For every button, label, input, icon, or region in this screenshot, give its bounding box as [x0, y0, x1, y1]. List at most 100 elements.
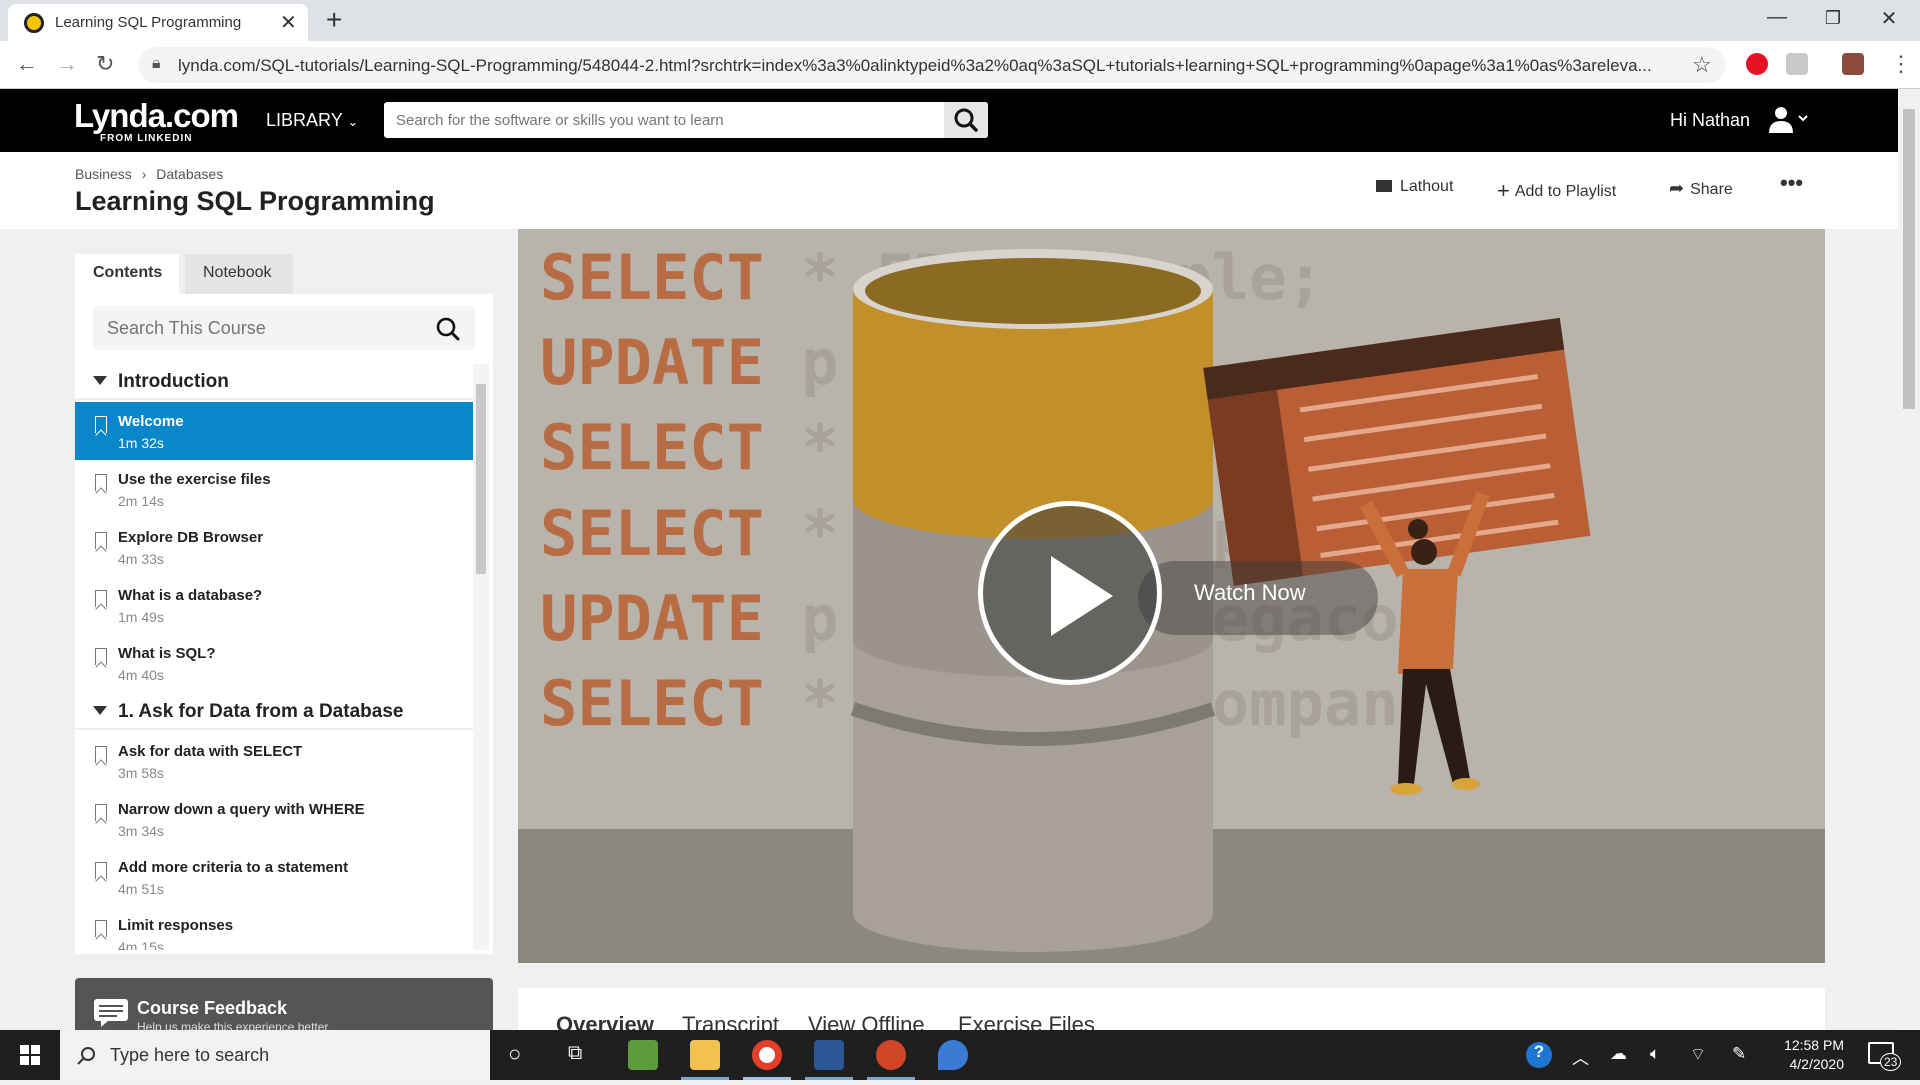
bookmark-icon[interactable]: [95, 416, 107, 433]
table-of-contents: Introduction Welcome 1m 32s Use the exer…: [75, 294, 493, 954]
cortana-icon[interactable]: ○: [508, 1041, 521, 1067]
powerpoint-app-icon[interactable]: [876, 1040, 906, 1070]
task-view-icon[interactable]: ⧉: [568, 1042, 582, 1065]
user-avatar-icon[interactable]: [1768, 105, 1810, 135]
search-icon[interactable]: [435, 316, 461, 342]
item-duration: 3m 58s: [118, 765, 164, 781]
layout-icon: [1376, 180, 1392, 192]
wifi-icon[interactable]: ⌔: [1690, 1044, 1706, 1065]
share-button[interactable]: ➦ Share: [1669, 178, 1733, 199]
address-bar-row: ← → ↻ 🔒︎ lynda.com/SQL-tutorials/Learnin…: [0, 41, 1920, 89]
chapter-ask-for-data[interactable]: 1. Ask for Data from a Database: [75, 694, 473, 730]
site-search: [384, 102, 988, 138]
notification-center-button[interactable]: 23: [1868, 1042, 1902, 1071]
course-header: Business › Databases Learning SQL Progra…: [0, 152, 1898, 229]
list-item[interactable]: Welcome 1m 32s: [75, 402, 473, 460]
bookmark-icon[interactable]: [95, 862, 107, 879]
watch-now-label[interactable]: Watch Now: [1194, 580, 1306, 606]
page-scroll-thumb[interactable]: [1903, 109, 1915, 409]
video-player[interactable]: SELECT * FROM people; UPDATE p i ='Mar S…: [518, 229, 1825, 963]
url-text: lynda.com/SQL-tutorials/Learning-SQL-Pro…: [178, 56, 1652, 75]
list-item[interactable]: Use the exercise files 2m 14s: [75, 460, 473, 518]
chapter-introduction[interactable]: Introduction: [75, 364, 473, 400]
forward-icon[interactable]: →: [56, 51, 78, 77]
more-options-icon[interactable]: •••: [1780, 170, 1803, 196]
add-to-playlist-button[interactable]: + Add to Playlist: [1497, 178, 1616, 204]
feather-app-icon[interactable]: [938, 1040, 968, 1070]
minecraft-app-icon[interactable]: [628, 1040, 658, 1070]
pen-icon[interactable]: ✎: [1732, 1044, 1746, 1064]
chat-bubble-icon: [94, 999, 128, 1027]
browser-tab[interactable]: Learning SQL Programming ✕: [8, 4, 308, 41]
window-close-icon[interactable]: ✕: [1866, 6, 1912, 31]
search-button[interactable]: [944, 102, 988, 138]
browser-tab-strip: Learning SQL Programming ✕ + — ❐ ✕: [0, 0, 1920, 41]
course-search-input[interactable]: [107, 306, 427, 350]
clock-date: 4/2/2020: [1789, 1056, 1845, 1072]
chrome-app-icon[interactable]: [752, 1040, 782, 1070]
toc-scroll-thumb[interactable]: [476, 384, 486, 574]
list-item[interactable]: Limit responses 4m 15s: [75, 906, 473, 950]
play-icon: [1051, 556, 1113, 636]
profile-extension-icon[interactable]: [1842, 53, 1864, 75]
windows-taskbar: Type here to search ○ ⧉ ? ︿ ☁ 🔈︎ ⌔ ✎ 12:…: [0, 1030, 1920, 1080]
new-tab-icon[interactable]: +: [326, 4, 342, 36]
bookmark-icon[interactable]: [95, 920, 107, 937]
list-item[interactable]: Ask for data with SELECT 3m 58s: [75, 732, 473, 790]
tab-contents[interactable]: Contents: [75, 254, 179, 294]
list-item[interactable]: Explore DB Browser 4m 33s: [75, 518, 473, 576]
list-item[interactable]: What is a database? 1m 49s: [75, 576, 473, 634]
caret-down-icon: [93, 706, 107, 715]
bookmark-icon[interactable]: [95, 590, 107, 607]
lynda-logo[interactable]: Lynda.com: [74, 97, 239, 135]
bookmark-icon[interactable]: [95, 474, 107, 491]
word-app-icon[interactable]: [814, 1040, 844, 1070]
share-label: Share: [1690, 181, 1733, 198]
windows-logo-icon: [20, 1045, 40, 1065]
feedback-title: Course Feedback: [137, 998, 288, 1018]
item-title: Use the exercise files: [118, 471, 271, 488]
bookmark-icon[interactable]: [95, 804, 107, 821]
site-search-input[interactable]: [396, 102, 946, 138]
bookmark-icon[interactable]: [95, 532, 107, 549]
pdf-extension-icon[interactable]: [1786, 53, 1808, 75]
list-item[interactable]: Narrow down a query with WHERE 3m 34s: [75, 790, 473, 848]
list-item[interactable]: Add more criteria to a statement 4m 51s: [75, 848, 473, 906]
item-duration: 4m 51s: [118, 881, 164, 897]
breadcrumb: Business › Databases: [75, 166, 223, 182]
clock[interactable]: 12:58 PM 4/2/2020: [1768, 1036, 1844, 1074]
bookmark-icon[interactable]: [95, 648, 107, 665]
help-icon[interactable]: ?: [1526, 1042, 1552, 1068]
item-title: Ask for data with SELECT: [118, 743, 303, 760]
search-icon: [954, 108, 978, 132]
chevron-up-icon[interactable]: ︿: [1572, 1044, 1589, 1069]
page-scrollbar[interactable]: [1898, 89, 1920, 1030]
file-explorer-icon[interactable]: [690, 1040, 720, 1070]
opera-extension-icon[interactable]: [1746, 53, 1768, 75]
close-tab-icon[interactable]: ✕: [280, 10, 297, 35]
course-feedback-button[interactable]: Course Feedback Help us make this experi…: [75, 978, 493, 1034]
lathout-button[interactable]: Lathout: [1376, 178, 1453, 196]
restore-icon[interactable]: ❐: [1810, 8, 1856, 29]
breadcrumb-business[interactable]: Business: [75, 166, 132, 182]
tab-notebook[interactable]: Notebook: [185, 254, 293, 294]
minimize-icon[interactable]: —: [1754, 6, 1800, 29]
start-button[interactable]: [0, 1030, 60, 1080]
lynda-favicon-icon: [24, 13, 44, 33]
list-item[interactable]: What is SQL? 4m 40s: [75, 634, 473, 692]
bookmark-icon[interactable]: [95, 746, 107, 763]
breadcrumb-databases[interactable]: Databases: [156, 166, 223, 182]
reload-icon[interactable]: ↻: [96, 51, 114, 77]
notification-count: 23: [1880, 1053, 1902, 1071]
chrome-menu-icon[interactable]: ⋮: [1890, 51, 1912, 77]
volume-muted-icon[interactable]: 🔈︎: [1650, 1044, 1660, 1064]
onedrive-icon[interactable]: ☁: [1610, 1044, 1627, 1064]
back-icon[interactable]: ←: [16, 51, 38, 77]
library-menu-button[interactable]: LIBRARY ⌄: [266, 110, 358, 131]
url-input[interactable]: 🔒︎ lynda.com/SQL-tutorials/Learning-SQL-…: [138, 47, 1726, 83]
bookmark-star-icon[interactable]: ☆: [1692, 52, 1712, 78]
play-button[interactable]: [978, 501, 1162, 685]
taskbar-search[interactable]: Type here to search: [60, 1030, 490, 1080]
user-greeting[interactable]: Hi Nathan: [1670, 110, 1750, 131]
toc-scrollbar[interactable]: [473, 364, 489, 950]
